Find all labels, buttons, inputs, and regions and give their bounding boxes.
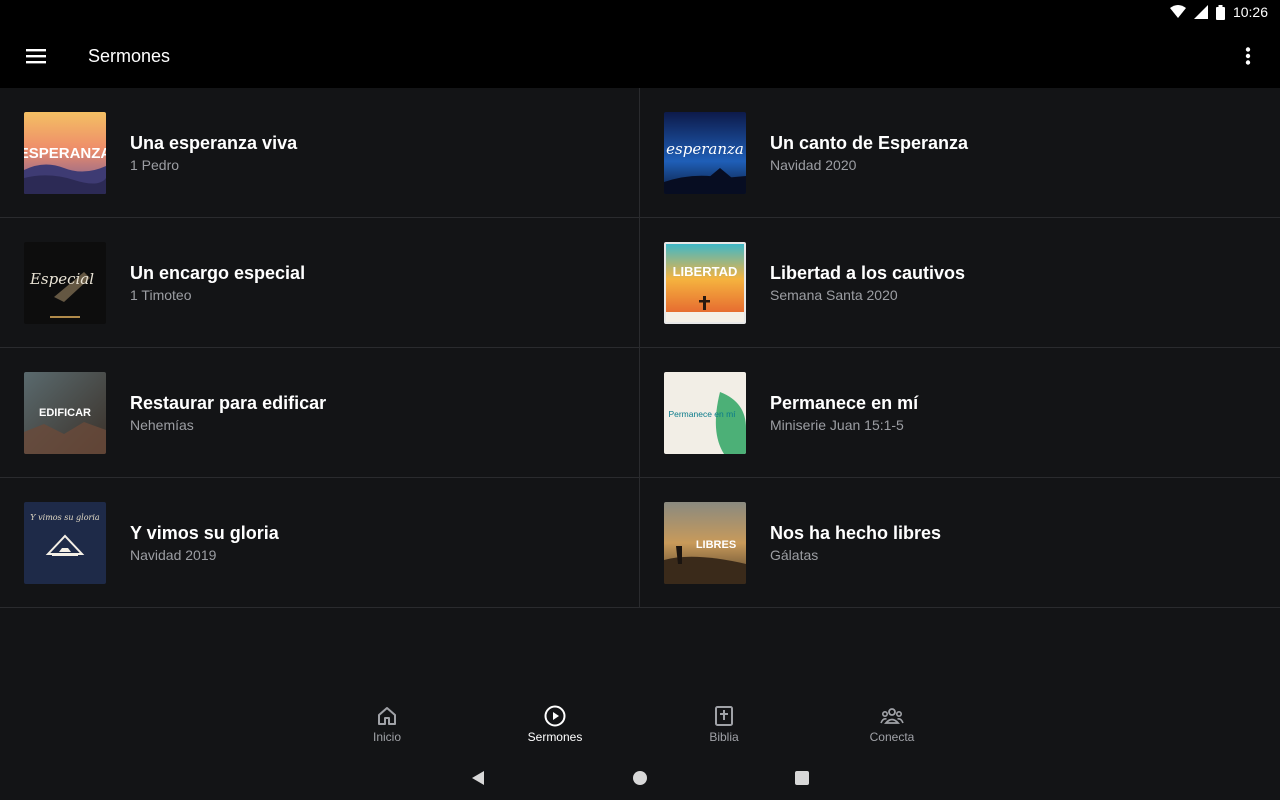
status-bar: 10:26: [0, 0, 1280, 24]
thumbnail-text: Permanece en mí: [668, 409, 736, 419]
app-bar: Sermones: [0, 24, 1280, 88]
nav-label: Conecta: [869, 730, 915, 744]
nav-item-inicio[interactable]: Inicio: [327, 690, 447, 754]
sermon-item[interactable]: ESPERANZA Una esperanza viva 1 Pedro: [0, 88, 640, 218]
sermon-thumbnail: Especial: [24, 242, 106, 324]
sermon-thumbnail: ESPERANZA: [24, 112, 106, 194]
home-circle-icon: [633, 771, 647, 785]
sermon-title: Y vimos su gloria: [130, 523, 279, 543]
sermon-subtitle: 1 Pedro: [130, 157, 180, 173]
thumbnail-text: Y vimos su gloria: [30, 513, 100, 522]
sermon-thumbnail: LIBERTAD: [664, 242, 746, 324]
battery-icon: [1215, 4, 1225, 20]
sermon-title: Un canto de Esperanza: [770, 133, 969, 153]
bottom-navigation: Inicio Sermones Biblia Conecta: [0, 690, 1280, 754]
nav-label: Inicio: [372, 730, 401, 744]
bible-icon: [715, 706, 733, 726]
thumbnail-text: EDIFICAR: [39, 407, 91, 419]
sermon-title: Un encargo especial: [130, 263, 306, 283]
sermon-title: Libertad a los cautivos: [770, 263, 966, 283]
nav-item-sermones[interactable]: Sermones: [495, 690, 615, 754]
sermon-subtitle: Navidad 2020: [770, 157, 857, 173]
wifi-icon: [1169, 5, 1186, 18]
nav-label: Sermones: [527, 730, 583, 744]
page-title: Sermones: [88, 46, 171, 66]
system-navigation-bar: [0, 756, 1280, 800]
signal-icon: [1193, 5, 1208, 19]
sermon-thumbnail: EDIFICAR: [24, 372, 106, 454]
thumbnail-text: LIBRES: [696, 539, 736, 551]
sermon-subtitle: Navidad 2019: [130, 547, 217, 563]
more-options-button[interactable]: [1228, 36, 1268, 76]
sermon-item[interactable]: Y vimos su gloria Y vimos su gloria Navi…: [0, 478, 640, 608]
sermon-subtitle: Semana Santa 2020: [770, 287, 898, 303]
menu-button[interactable]: [16, 36, 56, 76]
sermon-thumbnail: Permanece en mí: [664, 372, 746, 454]
thumbnail-text: Especial: [29, 270, 94, 288]
sermon-title: Permanece en mí: [770, 393, 919, 413]
home-button[interactable]: [628, 766, 652, 790]
sermon-item[interactable]: LIBERTAD Libertad a los cautivos Semana …: [640, 218, 1280, 348]
sermon-thumbnail: Y vimos su gloria: [24, 502, 106, 584]
recents-square-icon: [795, 771, 809, 785]
sermon-subtitle: 1 Timoteo: [130, 287, 192, 303]
sermon-thumbnail: LIBRES: [664, 502, 746, 584]
sermon-thumbnail: esperanza: [664, 112, 746, 194]
sermon-subtitle: Nehemías: [130, 417, 194, 433]
thumbnail-text: LIBERTAD: [673, 264, 738, 279]
nav-item-biblia[interactable]: Biblia: [664, 690, 784, 754]
sermon-item[interactable]: EDIFICAR Restaurar para edificar Nehemía…: [0, 348, 640, 478]
people-icon: [880, 708, 904, 724]
back-button[interactable]: [466, 766, 490, 790]
sermon-item[interactable]: esperanza Un canto de Esperanza Navidad …: [640, 88, 1280, 218]
sermon-item[interactable]: LIBRES Nos ha hecho libres Gálatas: [640, 478, 1280, 608]
back-triangle-icon: [472, 771, 484, 785]
recents-button[interactable]: [790, 766, 814, 790]
sermon-subtitle: Gálatas: [770, 547, 819, 563]
nav-label: Biblia: [709, 730, 739, 744]
home-icon: [378, 707, 396, 725]
sermon-grid: ESPERANZA Una esperanza viva 1 Pedro esp…: [0, 88, 1280, 608]
nav-item-conecta[interactable]: Conecta: [832, 690, 952, 754]
sermon-title: Restaurar para edificar: [130, 393, 327, 413]
sermon-title: Nos ha hecho libres: [770, 523, 942, 543]
status-time: 10:26: [1232, 4, 1268, 20]
play-circle-icon: [544, 705, 566, 727]
thumbnail-text: ESPERANZA: [24, 145, 106, 162]
hamburger-menu-icon: [26, 49, 46, 64]
sermon-item[interactable]: Permanece en mí Permanece en mí Miniseri…: [640, 348, 1280, 478]
thumbnail-text: esperanza: [666, 140, 744, 158]
sermon-title: Una esperanza viva: [130, 133, 298, 153]
sermon-item[interactable]: Especial Un encargo especial 1 Timoteo: [0, 218, 640, 348]
sermon-subtitle: Miniserie Juan 15:1-5: [770, 417, 904, 433]
more-vert-icon: [1245, 47, 1251, 65]
